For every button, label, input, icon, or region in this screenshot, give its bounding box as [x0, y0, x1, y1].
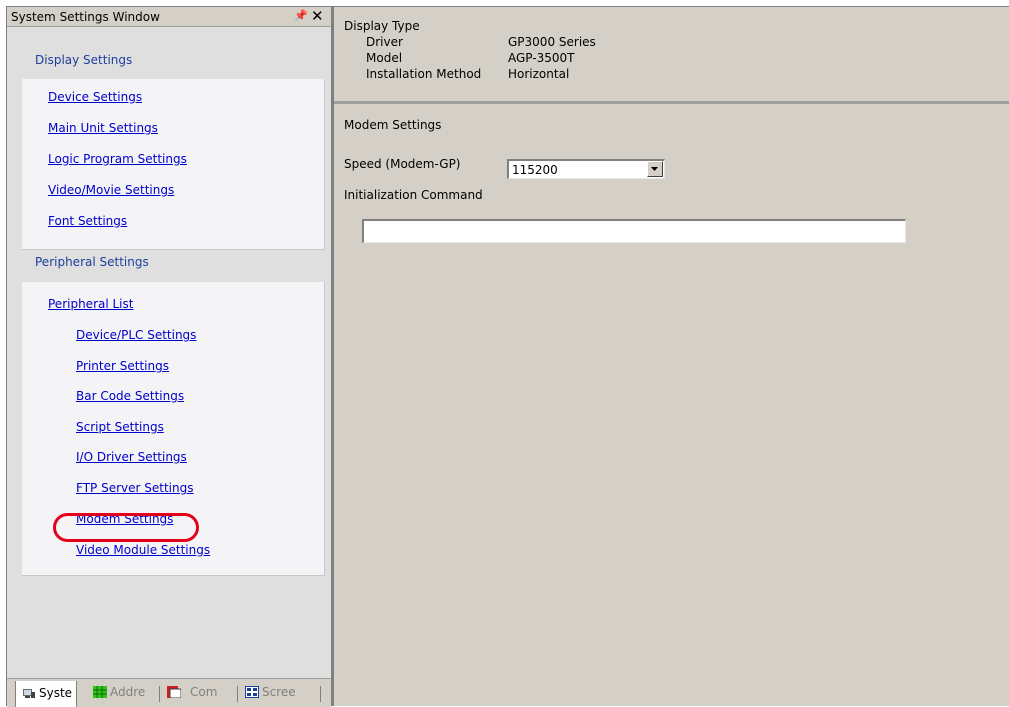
- dropdown-arrow-button[interactable]: [647, 161, 663, 177]
- link-video-movie-settings[interactable]: Video/Movie Settings: [48, 183, 174, 197]
- tab-system-settings[interactable]: Syste: [15, 681, 78, 707]
- driver-label: Driver: [366, 35, 403, 49]
- link-main-unit-settings[interactable]: Main Unit Settings: [48, 121, 158, 135]
- link-ftp-server-settings[interactable]: FTP Server Settings: [76, 481, 193, 495]
- window-title-bar: System Settings Window 📌 ✕: [7, 7, 331, 27]
- display-type-heading: Display Type: [344, 19, 420, 33]
- tab-separator: [237, 686, 238, 702]
- address-grid-icon: [93, 686, 107, 698]
- tab-label: Addre: [110, 685, 146, 699]
- link-peripheral-list[interactable]: Peripheral List: [48, 297, 133, 311]
- link-printer-settings[interactable]: Printer Settings: [76, 359, 169, 373]
- speed-dropdown[interactable]: 115200: [507, 159, 665, 179]
- panel-border: [332, 7, 334, 706]
- link-device-settings[interactable]: Device Settings: [48, 90, 142, 104]
- system-settings-window: System Settings Window 📌 ✕ Display Setti…: [6, 6, 332, 707]
- tab-separator: [159, 686, 160, 702]
- installation-method-value: Horizontal: [508, 67, 570, 81]
- initialization-command-input[interactable]: [362, 219, 906, 243]
- window-title: System Settings Window: [11, 10, 160, 24]
- link-logic-program-settings[interactable]: Logic Program Settings: [48, 152, 187, 166]
- peripheral-settings-heading: Peripheral Settings: [35, 255, 149, 269]
- tab-separator: [320, 686, 321, 702]
- speed-value: 115200: [512, 163, 558, 177]
- tab-screen-list[interactable]: Scree: [245, 685, 296, 699]
- tab-label: Scree: [262, 685, 296, 699]
- close-icon[interactable]: ✕: [311, 7, 324, 25]
- bottom-tab-bar: Syste Addre Com Scree: [7, 678, 331, 707]
- link-video-module-settings[interactable]: Video Module Settings: [76, 543, 210, 557]
- speed-label: Speed (Modem-GP): [344, 157, 461, 171]
- tab-label: Com: [190, 685, 218, 699]
- link-device-plc-settings[interactable]: Device/PLC Settings: [76, 328, 196, 342]
- link-bar-code-settings[interactable]: Bar Code Settings: [76, 389, 184, 403]
- link-script-settings[interactable]: Script Settings: [76, 420, 164, 434]
- model-value: AGP-3500T: [508, 51, 575, 65]
- pin-icon[interactable]: 📌: [294, 9, 308, 22]
- tab-address[interactable]: Addre: [93, 685, 145, 699]
- modem-settings-heading: Modem Settings: [344, 118, 442, 132]
- highlight-circle: [53, 513, 199, 542]
- tab-common-settings[interactable]: Com: [167, 685, 217, 699]
- display-settings-heading: Display Settings: [35, 53, 133, 67]
- initialization-command-label: Initialization Command: [344, 188, 483, 202]
- link-io-driver-settings[interactable]: I/O Driver Settings: [76, 450, 187, 464]
- chevron-down-icon: [651, 167, 658, 171]
- driver-value: GP3000 Series: [508, 35, 596, 49]
- tab-label: Syste: [39, 686, 73, 700]
- section-divider: [334, 101, 1009, 104]
- screen-list-icon: [245, 686, 259, 698]
- link-font-settings[interactable]: Font Settings: [48, 214, 127, 228]
- installation-method-label: Installation Method: [366, 67, 482, 81]
- common-settings-icon: [167, 686, 182, 699]
- system-settings-icon: [22, 687, 36, 699]
- model-label: Model: [366, 51, 403, 65]
- settings-panel: Display Type Driver GP3000 Series Model …: [332, 6, 1009, 706]
